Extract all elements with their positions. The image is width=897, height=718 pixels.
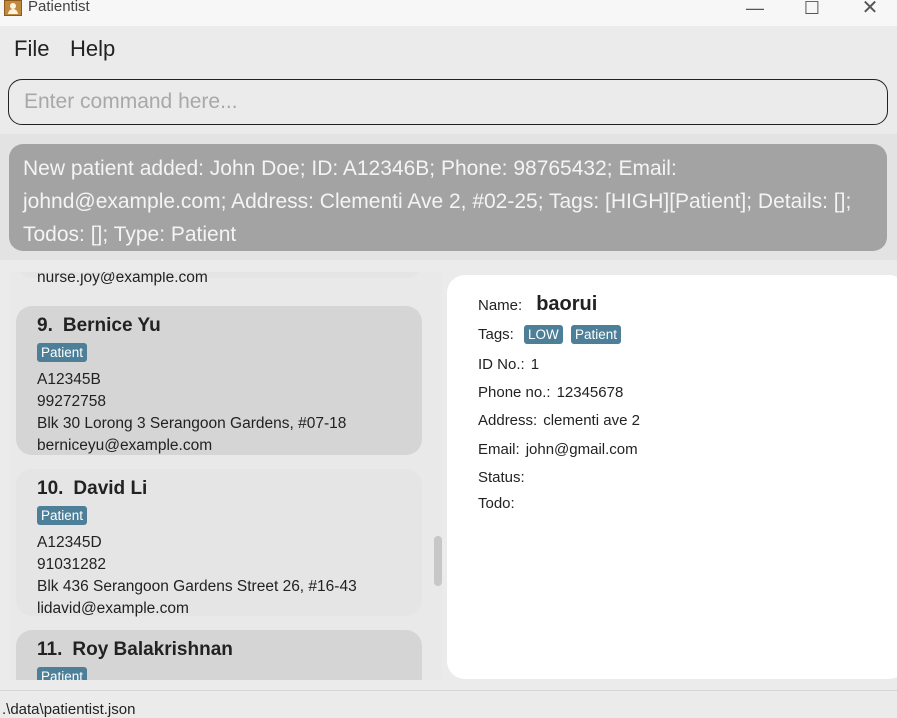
detail-name-value: baorui xyxy=(536,293,598,315)
patient-email: nurse.joy@example.com xyxy=(37,272,208,286)
patient-index: 10. xyxy=(37,478,64,499)
patient-card-partial[interactable]: nurse.joy@example.com xyxy=(16,272,422,286)
tag-list: Patient xyxy=(37,666,422,680)
tag-badge: Patient xyxy=(37,667,88,680)
detail-status-row: Status: xyxy=(478,469,531,486)
detail-id-label: ID No.: xyxy=(478,356,525,373)
tag-badge: Patient xyxy=(37,506,88,525)
patient-name-text: Bernice Yu xyxy=(62,315,161,336)
minimize-icon[interactable]: — xyxy=(735,0,775,21)
tag-list: Patient xyxy=(37,342,422,369)
patient-name: 9. Bernice Yu xyxy=(37,315,422,342)
patient-index: 9. xyxy=(37,315,53,336)
tag-list: Patient xyxy=(37,505,422,532)
patient-index: 11. xyxy=(37,639,63,660)
patient-detail-panel: Name: baorui Tags: LOW Patient ID No.: 1 P… xyxy=(447,275,897,679)
patient-phone: 99272758 xyxy=(37,393,106,410)
detail-email-label: Email: xyxy=(478,441,520,458)
detail-name-row: Name: baorui xyxy=(478,293,597,316)
detail-todo-row: Todo: xyxy=(478,495,521,512)
detail-phone-label: Phone no.: xyxy=(478,384,551,401)
detail-name-label: Name: xyxy=(478,297,523,314)
patient-card[interactable]: 11. Roy Balakrishnan Patient xyxy=(16,630,422,680)
patient-email: berniceyu@example.com xyxy=(37,437,213,454)
patient-email: lidavid@example.com xyxy=(37,600,189,617)
patient-name-text: David Li xyxy=(73,478,148,499)
patient-name: 10. David Li xyxy=(37,478,422,505)
patient-id: A12345B xyxy=(37,371,101,388)
detail-address-row: Address: clementi ave 2 xyxy=(478,412,640,429)
detail-id-value: 1 xyxy=(530,356,540,373)
detail-tags-row: Tags: LOW Patient xyxy=(478,325,625,344)
app-icon xyxy=(4,0,22,16)
patient-id: A12345D xyxy=(37,534,102,551)
detail-address-label: Address: xyxy=(478,412,538,429)
patient-address: Blk 436 Serangoon Gardens Street 26, #16… xyxy=(37,578,357,595)
detail-email-value: john@gmail.com xyxy=(525,441,638,458)
tag-badge: Patient xyxy=(37,343,88,362)
list-scrollbar-thumb[interactable] xyxy=(434,536,442,586)
tag-badge: LOW xyxy=(524,325,563,344)
patient-name: 11. Roy Balakrishnan xyxy=(37,639,422,666)
pane-divider[interactable] xyxy=(0,260,897,272)
close-icon[interactable]: ✕ xyxy=(850,0,890,21)
detail-phone-row: Phone no.: 12345678 xyxy=(478,384,623,401)
detail-tags-label: Tags: xyxy=(478,326,514,343)
detail-todo-label: Todo: xyxy=(478,495,515,512)
menu-help[interactable]: Help xyxy=(70,36,115,62)
detail-status-label: Status: xyxy=(478,469,525,486)
patient-address: Blk 30 Lorong 3 Serangoon Gardens, #07-1… xyxy=(37,415,347,432)
tag-badge: Patient xyxy=(570,325,621,344)
window-title: Patientist xyxy=(28,0,90,15)
patient-phone: 91031282 xyxy=(37,556,106,573)
result-display-pane: New patient added: John Doe; ID: A12346B… xyxy=(0,134,897,260)
detail-id-row: ID No.: 1 xyxy=(478,356,539,373)
patient-card[interactable]: 9. Bernice Yu Patient A12345B 99272758 Bl… xyxy=(16,306,422,455)
detail-address-value: clementi ave 2 xyxy=(543,412,640,429)
patient-card[interactable]: 10. David Li Patient A12345D 91031282 Blk… xyxy=(16,469,422,617)
menu-bar: File Help xyxy=(0,26,897,70)
command-box xyxy=(0,70,897,134)
result-display: New patient added: John Doe; ID: A12346B… xyxy=(9,144,887,251)
command-input[interactable] xyxy=(8,79,888,125)
patient-list[interactable]: nurse.joy@example.com 9. Bernice Yu Patie… xyxy=(10,272,442,680)
patient-name-text: Roy Balakrishnan xyxy=(72,639,233,660)
detail-email-row: Email: john@gmail.com xyxy=(478,441,638,458)
status-bar: .\data\patientist.json xyxy=(0,690,897,718)
menu-file[interactable]: File xyxy=(14,36,49,62)
title-bar: Patientist — ☐ ✕ xyxy=(0,0,897,26)
detail-phone-value: 12345678 xyxy=(556,384,624,401)
maximize-icon[interactable]: ☐ xyxy=(792,0,832,21)
